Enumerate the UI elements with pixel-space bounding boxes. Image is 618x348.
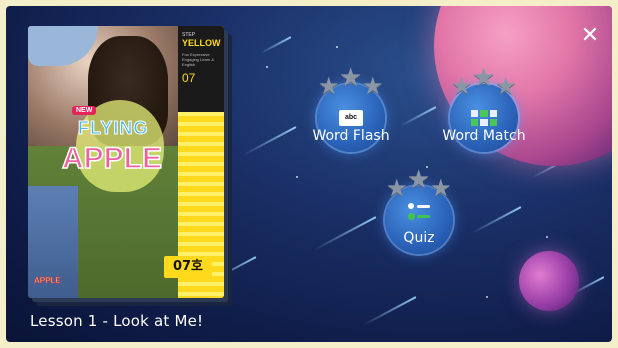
star-empty-icon: ★ <box>472 63 496 93</box>
cover-label-panel: STEP YELLOW Fun Expressive Engaging Lear… <box>178 26 224 112</box>
activity-word-flash[interactable]: ★ ★ ★ abc Word Flash <box>291 65 411 152</box>
quiz-icon <box>408 201 430 223</box>
new-badge: NEW <box>72 106 97 115</box>
cover-logo: NEW FLYING APPLE <box>58 80 178 198</box>
cover-level-label: YELLOW <box>182 38 221 48</box>
close-icon: ✕ <box>580 23 600 48</box>
match-grid <box>471 110 497 126</box>
word-match-icon <box>471 110 497 126</box>
app-frame: STEP YELLOW Fun Expressive Engaging Lear… <box>6 6 612 342</box>
issue-tag: 07호 <box>164 256 212 278</box>
word-flash-icon: abc <box>339 110 363 126</box>
cover-tagline: Fun Expressive Engaging Learn & English <box>182 52 215 67</box>
book-cover[interactable]: STEP YELLOW Fun Expressive Engaging Lear… <box>28 26 224 298</box>
star-rating: ★ ★ ★ <box>449 63 519 98</box>
abc-card: abc <box>339 110 363 126</box>
star-empty-icon: ★ <box>430 174 452 202</box>
activity-word-match[interactable]: ★ ★ ★ Word Match <box>424 65 544 152</box>
star-empty-icon: ★ <box>339 63 363 93</box>
star-empty-icon: ★ <box>318 72 340 100</box>
star-empty-icon: ★ <box>362 72 384 100</box>
star-empty-icon: ★ <box>451 72 473 100</box>
star-empty-icon: ★ <box>407 165 431 195</box>
star-empty-icon: ★ <box>386 174 408 202</box>
activity-label: Word Match <box>442 128 526 144</box>
lesson-title: Lesson 1 - Look at Me! <box>30 312 204 330</box>
cover-corner-logo: APPLE <box>34 276 61 286</box>
cover-title-apple: APPLE <box>61 141 163 176</box>
activity-label: Word Flash <box>312 128 390 144</box>
activity-quiz[interactable]: ★ ★ ★ Quiz <box>359 167 479 254</box>
planet-small <box>519 251 579 311</box>
quiz-list-icon <box>408 201 430 223</box>
star-rating: ★ ★ ★ <box>384 165 454 200</box>
star-empty-icon: ★ <box>495 72 517 100</box>
cover-title-flying: FLYING <box>77 118 149 139</box>
close-button[interactable]: ✕ <box>578 24 602 48</box>
cover-issue-number: 07 <box>182 71 196 85</box>
star-rating: ★ ★ ★ <box>316 63 386 98</box>
activity-label: Quiz <box>403 230 435 246</box>
